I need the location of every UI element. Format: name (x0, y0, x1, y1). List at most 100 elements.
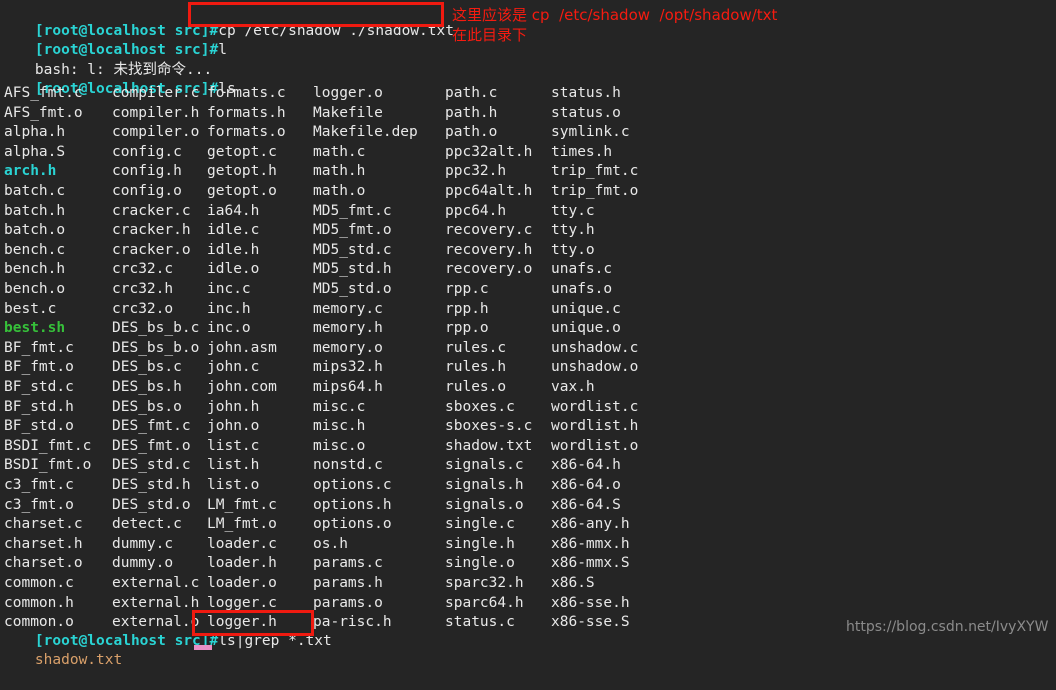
terminal-line-2: bash: l: 未找到命令... (0, 41, 212, 78)
file-entry: BSDI_fmt.o (4, 457, 92, 474)
file-entry: x86-mmx.S (551, 555, 630, 572)
file-entry: shadow.txt (445, 437, 533, 454)
file-entry: single.h (445, 535, 515, 552)
file-entry: john.c (207, 359, 260, 376)
file-entry: tty.h (551, 222, 595, 239)
file-entry: detect.c (112, 516, 182, 533)
file-entry: compiler.h (112, 104, 200, 121)
file-entry: misc.o (313, 437, 366, 454)
file-entry: MD5_std.o (313, 281, 392, 297)
file-entry: rpp.c (445, 281, 489, 297)
file-entry: inc.o (207, 320, 251, 337)
file-entry: inc.c (207, 281, 251, 297)
file-entry: arch.h (4, 163, 57, 180)
grep-result-shadow-txt: shadow.txt (34, 652, 123, 669)
file-entry: charset.c (4, 516, 83, 533)
file-entry: math.c (313, 143, 366, 160)
file-entry: times.h (551, 143, 613, 160)
file-entry: batch.c (4, 183, 66, 199)
file-entry: unafs.c (551, 261, 613, 278)
file-entry: alpha.h (4, 124, 66, 141)
file-entry: cracker.o (112, 241, 191, 258)
terminal-line-bottom-output: shadow.txt (0, 632, 122, 668)
file-entry: compiler.c (112, 85, 200, 101)
file-entry: x86-mmx.h (551, 535, 630, 552)
file-entry: os.h (313, 535, 348, 552)
file-entry: BF_fmt.c (4, 339, 74, 356)
file-entry: getopt.c (207, 143, 277, 160)
file-entry: LM_fmt.o (207, 516, 277, 533)
file-entry: signals.o (445, 496, 524, 513)
file-entry: vax.h (551, 379, 595, 395)
file-entry: unafs.o (551, 281, 613, 297)
file-entry: BSDI_fmt.c (4, 437, 92, 454)
file-entry: signals.h (445, 477, 524, 493)
file-entry: memory.o (313, 339, 383, 356)
file-entry: mips32.h (313, 359, 383, 376)
file-entry: rules.o (445, 379, 507, 395)
file-entry: misc.c (313, 398, 366, 415)
file-entry: ppc64alt.h (445, 183, 533, 199)
watermark-url: https://blog.csdn.net/IvyXYW (846, 619, 1049, 635)
file-entry: bench.o (4, 281, 66, 297)
terminal-line-bottom-command: [root@localhost src]#ls|grep *.txt (0, 612, 332, 649)
file-entry: list.o (207, 477, 260, 493)
file-entry: logger.o (313, 85, 383, 101)
file-entry: cracker.h (112, 222, 191, 239)
file-entry: MD5_std.h (313, 261, 392, 278)
file-entry: MD5_fmt.o (313, 222, 392, 239)
file-entry: sboxes.c (445, 398, 515, 415)
file-entry: mips64.h (313, 379, 383, 395)
file-entry: DES_fmt.c (112, 418, 191, 435)
file-entry: Makefile (313, 104, 383, 121)
file-entry: memory.h (313, 320, 383, 337)
file-entry: path.o (445, 124, 498, 141)
file-entry: unique.o (551, 320, 621, 337)
file-entry: ia64.h (207, 202, 260, 219)
file-entry: AFS_fmt.o (4, 104, 83, 121)
file-listing: AFS_fmt.c AFS_fmt.o alpha.h alpha.S arch.h ba… (0, 84, 1056, 630)
file-entry: DES_fmt.o (112, 437, 191, 454)
terminal-line-0: [root@localhost src]#cp /etc/shadow ./sh… (0, 2, 454, 39)
file-entry: misc.h (313, 418, 366, 435)
file-entry: params.o (313, 594, 383, 611)
terminal-line-1: [root@localhost src]#l (0, 22, 227, 58)
file-entry: unshadow.c (551, 339, 639, 356)
file-entry: formats.o (207, 124, 286, 141)
file-entry: bench.c (4, 241, 66, 258)
file-entry: sparc32.h (445, 575, 524, 591)
file-entry: x86-sse.h (551, 594, 630, 611)
file-entry: bench.h (4, 261, 66, 278)
file-entry: rpp.o (445, 320, 489, 337)
file-entry: Makefile.dep (313, 124, 418, 141)
file-entry: best.sh (4, 320, 66, 337)
file-entry: dummy.c (112, 535, 174, 552)
annotation-line-2: 在此目录下 (452, 26, 528, 44)
file-entry: DES_std.h (112, 477, 191, 493)
file-entry: best.c (4, 300, 57, 317)
file-entry: recovery.o (445, 261, 533, 278)
file-entry: idle.h (207, 241, 260, 258)
command-text-grep: ls|grep *.txt (218, 632, 332, 649)
file-entry: symlink.c (551, 124, 630, 141)
terminal-window[interactable]: [root@localhost src]#cp /etc/shadow ./sh… (0, 0, 1056, 668)
file-entry: signals.c (445, 457, 524, 474)
file-entry: BF_std.c (4, 379, 74, 395)
file-entry: unique.c (551, 300, 621, 317)
file-entry: loader.c (207, 535, 277, 552)
file-entry: crc32.o (112, 300, 174, 317)
file-entry: DES_std.o (112, 496, 191, 513)
file-entry: recovery.h (445, 241, 533, 258)
file-entry: config.o (112, 183, 182, 199)
file-entry: common.c (4, 575, 74, 591)
file-entry: alpha.S (4, 143, 66, 160)
file-entry: wordlist.c (551, 398, 639, 415)
file-entry: loader.h (207, 555, 277, 572)
file-entry: math.h (313, 163, 366, 180)
file-entry: sboxes-s.c (445, 418, 533, 435)
file-entry: rules.c (445, 339, 507, 356)
file-entry: status.o (551, 104, 621, 121)
file-entry: logger.c (207, 594, 277, 611)
file-entry: DES_bs_b.o (112, 339, 200, 356)
file-entry: crc32.c (112, 261, 174, 278)
